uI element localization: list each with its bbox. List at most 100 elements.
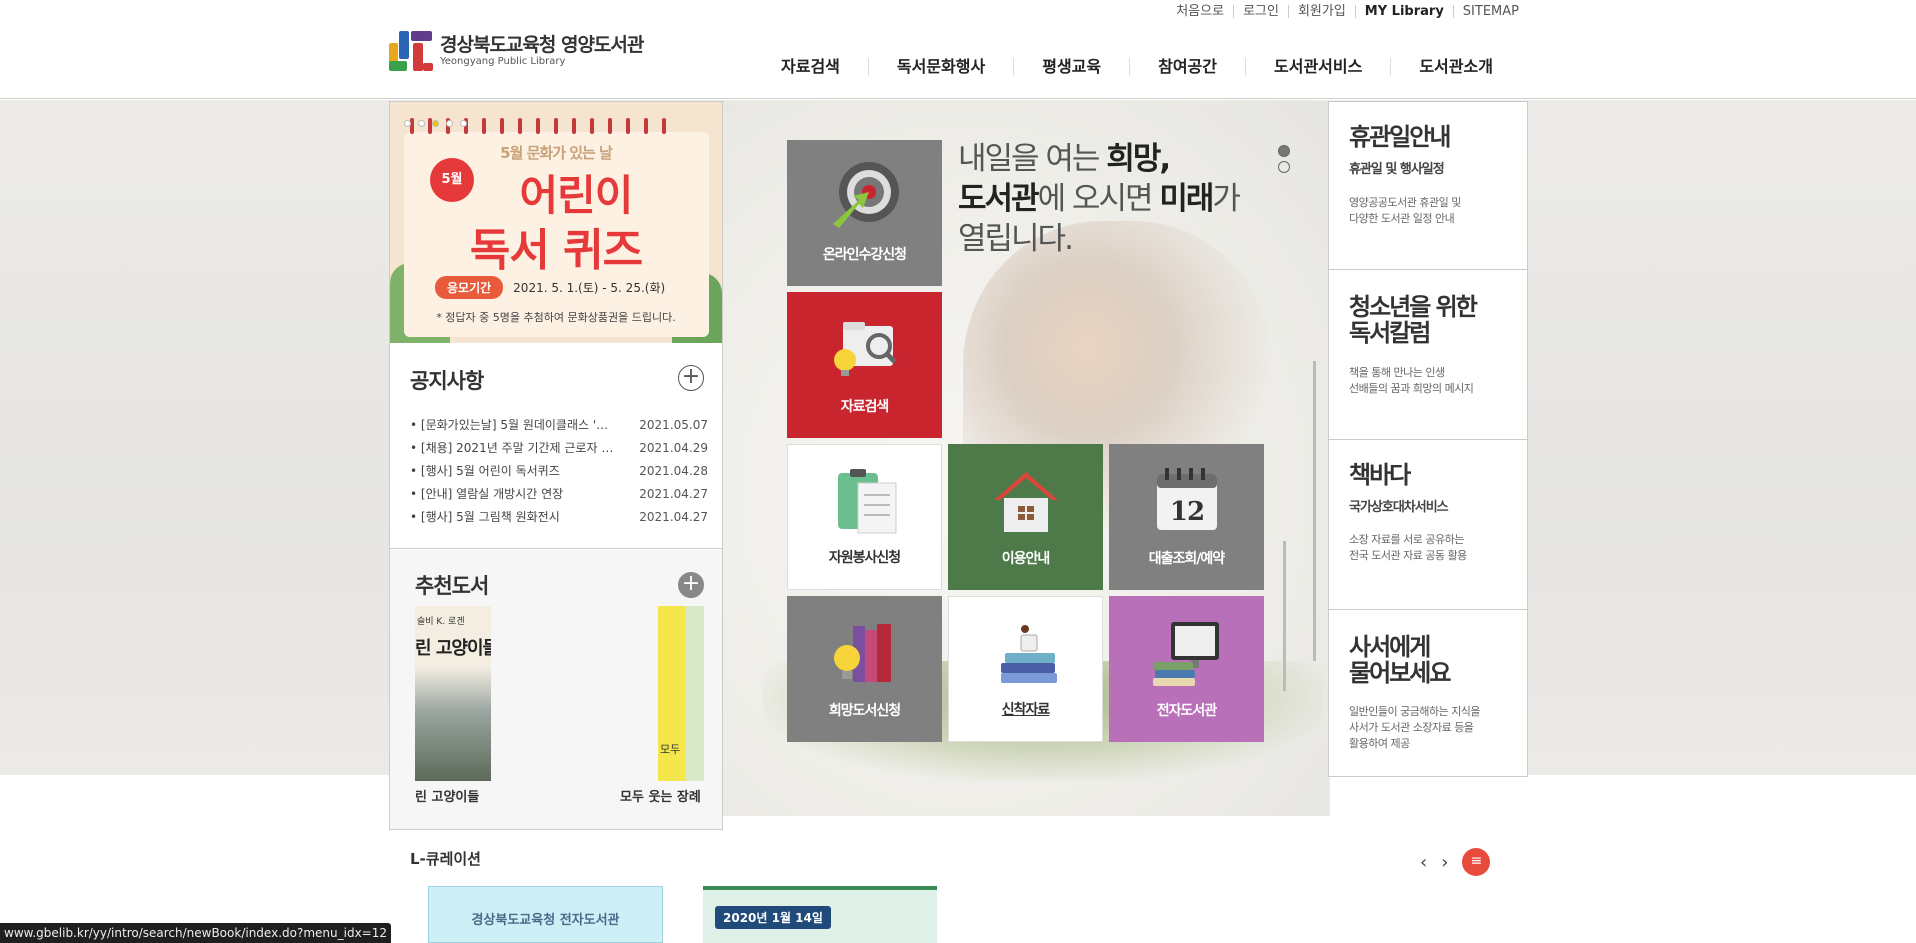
closed-days-box[interactable]: 휴관일안내 휴관일 및 행사일정 영양공공도서관 휴관일 및 다양한 도서관 일정…	[1329, 102, 1527, 270]
banner-period-value: 2021. 5. 1.(토) - 5. 25.(화)	[513, 281, 666, 295]
notice-item[interactable]: [행사] 5월 그림책 원화전시 2021.04.27	[410, 506, 708, 529]
book-cover[interactable]: 슬비 K. 로겐 린 고양이들	[415, 606, 491, 781]
tile-label: 신착자료	[1001, 702, 1051, 718]
tile-label: 자료검색	[840, 399, 890, 415]
tile-search[interactable]: 자료검색	[787, 292, 942, 438]
tile-online-course[interactable]: 온라인수강신청	[787, 140, 942, 286]
left-column: 5월 문화가 있는 날 5월 어린이 독서 퀴즈 응모기간 2021. 5. 1…	[389, 101, 723, 830]
notice-item[interactable]: [채용] 2021년 주말 기간제 근로자 … 2021.04.29	[410, 437, 708, 460]
curation-nav: ‹ › ≡	[1420, 848, 1491, 876]
banner-headline-2: 독서 퀴즈	[469, 225, 643, 276]
tile-e-library[interactable]: 전자도서관	[1109, 596, 1264, 742]
curation-card[interactable]: 2020년 1월 14일	[703, 886, 937, 943]
book-title[interactable]: 린 고양이들	[415, 786, 479, 805]
util-home-link[interactable]: 처음으로	[1167, 5, 1233, 18]
curation-card-badge: 2020년 1월 14일	[715, 906, 831, 929]
box-subtitle: 휴관일 및 행사일정	[1349, 162, 1445, 177]
logo-title: 경상북도교육청 영양도서관	[440, 34, 644, 56]
wind-turbine-illustration	[1313, 361, 1316, 661]
notice-item[interactable]: [행사] 5월 어린이 독서퀴즈 2021.04.28	[410, 460, 708, 483]
recommended-books-section: 추천도서 + 슬비 K. 로겐 린 고양이들 모두 린 고양이들 모두 웃는 장…	[390, 550, 722, 829]
box-title-line: 물어보세요	[1349, 659, 1451, 687]
books-bulb-icon	[829, 616, 901, 688]
event-banner[interactable]: 5월 문화가 있는 날 5월 어린이 독서 퀴즈 응모기간 2021. 5. 1…	[390, 102, 722, 343]
notice-list: [문화가있는날] 5월 원데이클래스 '… 2021.05.07 [채용] 202…	[410, 414, 708, 529]
banner-dot[interactable]	[418, 120, 425, 127]
nav-lifelong-education[interactable]: 평생교육	[1013, 58, 1129, 76]
box-title: 청소년을 위한 독서칼럼	[1349, 293, 1478, 347]
tile-label: 이용안내	[1001, 551, 1051, 567]
tile-new-books[interactable]: 신착자료	[948, 596, 1103, 742]
tile-guide[interactable]: 이용안내	[948, 444, 1103, 590]
tile-loan-reservation[interactable]: 12 대출조회/예약	[1109, 444, 1264, 590]
tile-volunteer[interactable]: 자원봉사신청	[787, 444, 942, 590]
notice-item-date: 2021.04.27	[639, 487, 708, 501]
notice-item-date: 2021.04.29	[639, 441, 708, 455]
banner-dot[interactable]	[404, 120, 411, 127]
coffee-books-icon	[991, 617, 1063, 689]
box-desc-line: 전국 도서관 자료 공동 활용	[1349, 549, 1467, 562]
banner-dot[interactable]	[446, 120, 453, 127]
nav-library-intro[interactable]: 도서관소개	[1390, 58, 1521, 76]
chevron-right-icon[interactable]: ›	[1441, 852, 1448, 873]
chevron-left-icon[interactable]: ‹	[1420, 852, 1427, 873]
logo[interactable]: 경상북도교육청 영양도서관 Yeongyang Public Library	[389, 29, 644, 73]
book-cover-title: 린 고양이들	[415, 638, 491, 659]
curation-title: L-큐레이션	[410, 850, 481, 868]
folder-search-icon	[829, 312, 901, 384]
book-sea-box[interactable]: 책바다 국가상호대차서비스 소장 자료를 서로 공유하는 전국 도서관 자료 공동…	[1329, 440, 1527, 610]
box-desc-line: 영양공공도서관 휴관일 및	[1349, 196, 1461, 209]
notice-item-date: 2021.04.28	[639, 464, 708, 478]
hero-dot-active[interactable]	[1278, 145, 1290, 157]
util-mylibrary-link[interactable]: MY Library	[1354, 5, 1453, 18]
nav-reading-events[interactable]: 독서문화행사	[867, 58, 1013, 76]
slogan-bold: 희망,	[1106, 141, 1171, 177]
box-title-line: 독서칼럼	[1349, 319, 1431, 347]
banner-period-label: 응모기간	[435, 276, 504, 299]
box-title: 휴관일안내	[1349, 123, 1451, 151]
monitor-books-icon	[1151, 616, 1223, 688]
banner-dot-active[interactable]	[432, 120, 439, 127]
box-desc-line: 소장 자료를 서로 공유하는	[1349, 533, 1464, 546]
recommend-more-button[interactable]: +	[678, 572, 704, 598]
box-title-line: 사서에게	[1349, 633, 1431, 661]
house-icon	[990, 464, 1062, 536]
box-title: 책바다	[1349, 461, 1411, 489]
nav-search[interactable]: 자료검색	[753, 58, 868, 76]
book-cover-text: 모두	[660, 743, 681, 756]
ask-librarian-box[interactable]: 사서에게 물어보세요 일반인들이 궁금해하는 지식을사서가 도서관 소장자료 등을…	[1329, 610, 1527, 776]
util-sitemap-link[interactable]: SITEMAP	[1452, 5, 1528, 18]
util-login-link[interactable]: 로그인	[1233, 5, 1288, 18]
logo-mark-icon	[389, 29, 433, 73]
util-join-link[interactable]: 회원가입	[1287, 5, 1355, 18]
menu-icon[interactable]: ≡	[1462, 848, 1491, 876]
notice-item[interactable]: [안내] 열람실 개방시간 연장 2021.04.27	[410, 483, 708, 506]
book-title[interactable]: 모두 웃는 장례	[620, 786, 701, 805]
notice-item-title: [행사] 5월 그림책 원화전시	[410, 506, 625, 529]
hero-slogan: 내일을 여는 희망, 도서관에 오시면 미래가 열립니다.	[958, 139, 1241, 259]
tile-book-request[interactable]: 희망도서신청	[787, 596, 942, 742]
youth-column-box[interactable]: 청소년을 위한 독서칼럼 책을 통해 만나는 인생 선배들의 꿈과 희망의 메시지	[1329, 270, 1527, 440]
logo-subtitle: Yeongyang Public Library	[440, 56, 566, 67]
calendar-icon: 12	[1151, 464, 1223, 536]
box-title: 사서에게 물어보세요	[1349, 633, 1451, 687]
banner-top-text: 5월 문화가 있는 날	[500, 144, 613, 162]
slogan-text: 열립니다.	[958, 221, 1074, 257]
tile-label: 전자도서관	[1156, 703, 1217, 719]
banner-note: * 정답자 중 5명을 추첨하여 문화상품권을 드립니다.	[436, 311, 676, 324]
box-title-line: 청소년을 위한	[1349, 293, 1478, 321]
nav-library-services[interactable]: 도서관서비스	[1245, 58, 1390, 76]
banner-dot[interactable]	[460, 120, 467, 127]
box-desc-line: 일반인들이 궁금해하는 지식을	[1349, 705, 1481, 718]
curation-card[interactable]: 경상북도교육청 전자도서관	[428, 886, 663, 943]
main-nav: 자료검색 독서문화행사 평생교육 참여공간 도서관서비스 도서관소개	[753, 58, 1521, 76]
slogan-text: 내일을 여는	[958, 141, 1107, 177]
box-desc-line: 사서가 도서관 소장자료 등을	[1349, 721, 1474, 734]
box-desc: 영양공공도서관 휴관일 및 다양한 도서관 일정 안내	[1349, 195, 1461, 227]
hero-dot[interactable]	[1278, 161, 1290, 173]
book-cover[interactable]: 모두	[658, 606, 704, 781]
book-cover-author: 슬비 K. 로겐	[417, 617, 465, 627]
notice-more-button[interactable]: +	[678, 365, 704, 391]
notice-item[interactable]: [문화가있는날] 5월 원데이클래스 '… 2021.05.07	[410, 414, 708, 437]
nav-participation[interactable]: 참여공간	[1129, 58, 1245, 76]
